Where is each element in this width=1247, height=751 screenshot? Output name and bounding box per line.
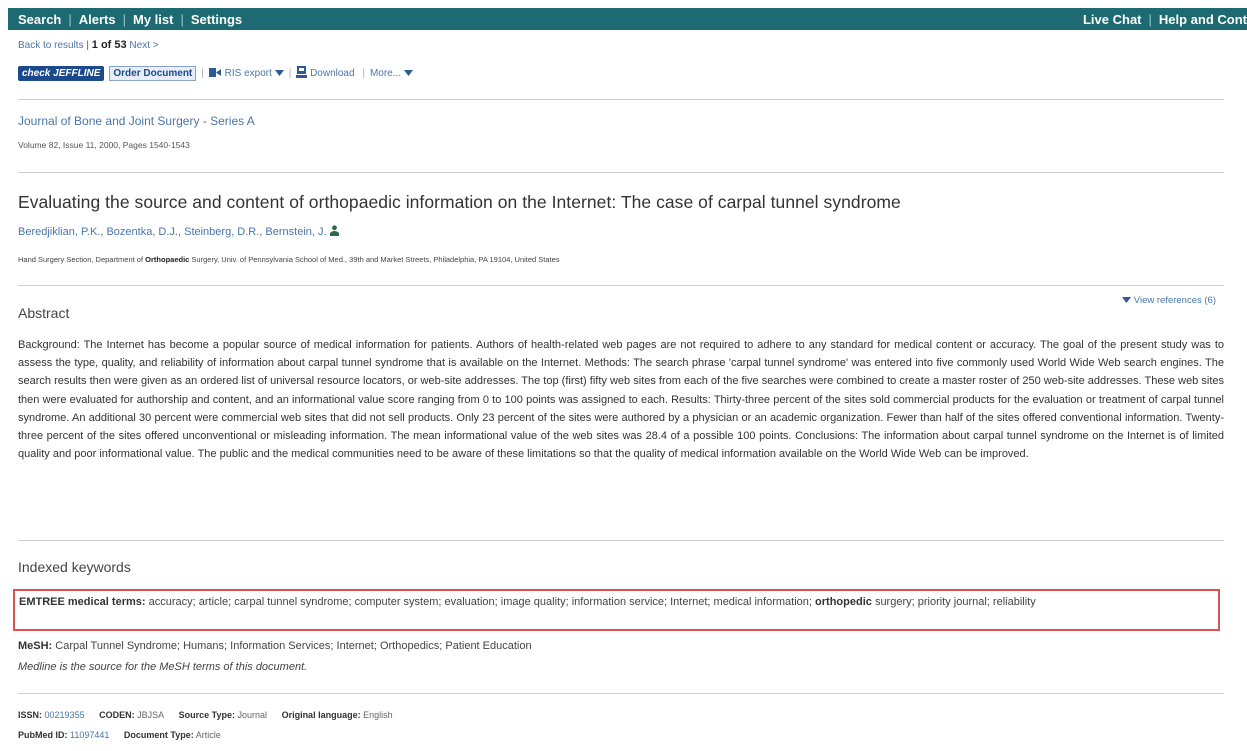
mesh-label: MeSH: [18,640,53,652]
nav-separator: | [180,12,184,27]
person-icon[interactable] [329,225,339,239]
divider [18,693,1224,694]
chevron-down-icon[interactable] [274,68,284,79]
article-title: Evaluating the source and content of ort… [18,192,901,212]
more-menu-button[interactable]: More... [370,68,401,79]
coden-label: CODEN: [99,710,135,720]
download-button[interactable]: Download [310,68,354,79]
top-nav-bar: Search | Alerts | My list | Settings Live Chat… [8,8,1247,30]
emtree-terms-highlighted: EMTREE medical terms: accuracy; article;… [13,589,1220,631]
document-toolbar: check JEFFLINE Order Document | RIS export… [18,66,413,84]
divider [18,540,1224,541]
divider [18,172,1224,173]
divider [18,285,1224,286]
document-meta: PubMed ID: 11097441 Document Type: Artic… [18,730,221,740]
nav-separator: | [122,12,127,27]
view-references-link[interactable]: View references (6) [1122,295,1216,306]
separator: | [201,68,204,79]
next-result-link[interactable]: Next > [129,40,158,51]
issn-label: ISSN: [18,710,43,720]
emtree-terms: surgery; priority journal; reliability [874,596,1036,608]
divider [18,99,1224,100]
view-references-label: View references (6) [1133,295,1216,307]
back-to-results-link[interactable]: Back to results [18,40,84,51]
affiliation: Hand Surgery Section, Department of Orth… [18,255,560,264]
abstract-heading: Abstract [18,305,70,321]
affiliation-text: Hand Surgery Section, Department of [18,255,146,264]
nav-live-chat[interactable]: Live Chat [1083,12,1142,27]
emtree-label: EMTREE medical terms: [19,596,146,608]
abstract-text: Background: The Internet has become a po… [18,339,1224,461]
pubmed-label: PubMed ID: [18,730,68,740]
download-icon [296,66,308,81]
authors: Beredjiklian, P.K., Bozentka, D.J., Stei… [18,225,339,239]
language-label: Original language: [281,710,361,720]
result-navigation: Back to results | 1 of 53 Next > [18,39,159,51]
ris-export-icon [208,67,222,81]
top-nav-right: Live Chat | Help and Cont [1083,12,1247,27]
document-type-value: Article [195,730,221,740]
document-type-label: Document Type: [123,730,194,740]
coden-value: JBJSA [137,710,165,720]
affiliation-text: Surgery, Univ. of Pennsylvania School of… [189,255,560,264]
issn-value[interactable]: 00219355 [45,710,85,720]
top-nav-left: Search | Alerts | My list | Settings [18,12,242,27]
nav-alerts[interactable]: Alerts [79,12,116,27]
nav-help[interactable]: Help and Cont [1159,12,1247,27]
nav-settings[interactable]: Settings [191,12,242,27]
source-type-label: Source Type: [178,710,235,720]
ris-export-button[interactable]: RIS export [225,68,272,79]
volume-info: Volume 82, Issue 11, 2000, Pages 1540-15… [18,140,190,150]
document-meta: ISSN: 00219355 CODEN: JBJSA Source Type:… [18,710,393,720]
nav-separator: | [68,12,72,27]
source-type-value: Journal [237,710,268,720]
check-jeffline-button[interactable]: check JEFFLINE [18,66,105,81]
affiliation-highlight: Orthopaedic [145,255,190,264]
result-position: 1 of 53 [91,39,127,51]
author-links[interactable]: Beredjiklian, P.K., Bozentka, D.J., Stei… [18,226,327,238]
emtree-terms: accuracy; article; carpal tunnel syndrom… [148,596,812,608]
nav-separator: | [1148,12,1152,27]
separator: | [86,40,89,51]
language-value: English [363,710,393,720]
nav-search[interactable]: Search [18,12,61,27]
mesh-terms: MeSH: Carpal Tunnel Syndrome; Humans; In… [18,640,532,652]
pubmed-id-link[interactable]: 11097441 [70,730,109,740]
separator: | [362,68,365,79]
separator: | [288,68,292,79]
triangle-down-icon [1122,295,1132,306]
emtree-highlight: orthopedic [815,596,872,608]
mesh-term-list: Carpal Tunnel Syndrome; Humans; Informat… [55,640,532,652]
chevron-down-icon[interactable] [403,68,413,79]
indexed-keywords-heading: Indexed keywords [18,559,131,575]
order-document-button[interactable]: Order Document [109,66,197,81]
medline-note: Medline is the source for the MeSH terms… [18,661,308,673]
nav-my-list[interactable]: My list [133,12,173,27]
journal-link[interactable]: Journal of Bone and Joint Surgery - Seri… [18,114,255,128]
